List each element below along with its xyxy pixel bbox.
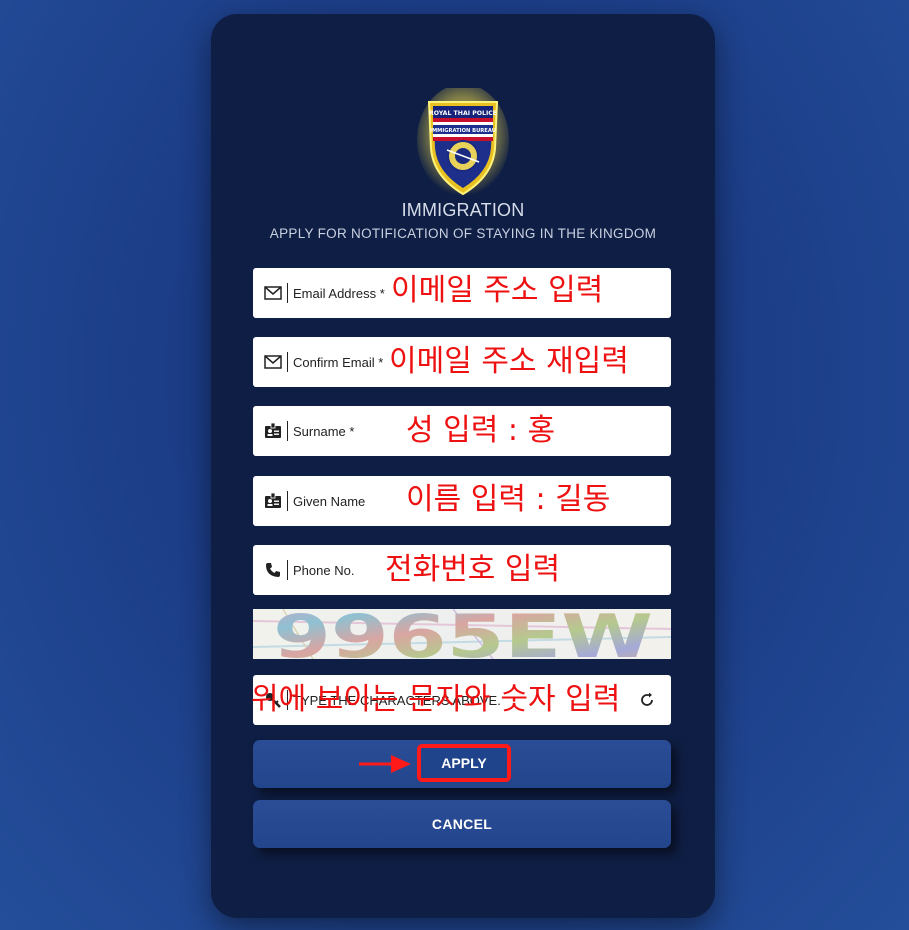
- confirm-email-placeholder: Confirm Email *: [293, 354, 384, 370]
- field-separator: [287, 421, 288, 441]
- badge-icon: ROYAL THAI POLICE IMMIGRATION BUREAU: [417, 84, 509, 196]
- immigration-logo: ROYAL THAI POLICE IMMIGRATION BUREAU: [417, 84, 509, 200]
- logo-text-top: ROYAL THAI POLICE: [429, 110, 497, 117]
- given-name-annotation: 이름 입력 : 길동: [406, 482, 611, 517]
- email-annotation: 이메일 주소 입력: [391, 273, 604, 308]
- surname-placeholder: Surname *: [293, 423, 355, 439]
- form-card: ROYAL THAI POLICE IMMIGRATION BUREAU IMM…: [211, 14, 715, 918]
- phone-field[interactable]: Phone No. 전화번호 입력: [253, 545, 671, 595]
- field-separator: [287, 283, 288, 303]
- phone-placeholder: Phone No.: [293, 562, 355, 578]
- field-separator: [287, 560, 288, 580]
- email-placeholder: Email Address *: [293, 285, 385, 301]
- confirm-email-field[interactable]: Confirm Email * 이메일 주소 재입력: [253, 337, 671, 387]
- email-field[interactable]: Email Address * 이메일 주소 입력: [253, 268, 671, 318]
- refresh-icon[interactable]: [637, 690, 657, 710]
- id-card-icon: [263, 491, 283, 511]
- mail-icon: [263, 352, 283, 372]
- apply-highlight-box[interactable]: APPLY: [417, 744, 511, 782]
- surname-annotation: 성 입력 : 홍: [406, 413, 556, 448]
- cancel-button[interactable]: CANCEL: [253, 800, 671, 848]
- logo-text-mid: IMMIGRATION BUREAU: [430, 128, 496, 134]
- confirm-email-annotation: 이메일 주소 재입력: [389, 344, 629, 379]
- mail-icon: [263, 283, 283, 303]
- field-separator: [287, 352, 288, 372]
- id-card-icon: [263, 421, 283, 441]
- surname-field[interactable]: Surname * 성 입력 : 홍: [253, 406, 671, 456]
- captcha-image: 9965EW: [253, 609, 671, 659]
- given-name-field[interactable]: Given Name 이름 입력 : 길동: [253, 476, 671, 526]
- given-name-placeholder: Given Name: [293, 493, 366, 509]
- field-separator: [287, 491, 288, 511]
- captcha-annotation: 위에 보이는 문자와 숫자 입력: [251, 682, 621, 717]
- page-title: IMMIGRATION: [401, 200, 525, 220]
- page-subtitle: APPLY FOR NOTIFICATION OF STAYING IN THE…: [269, 226, 657, 241]
- captcha-text: 9965EW: [273, 609, 653, 659]
- phone-annotation: 전화번호 입력: [385, 552, 561, 587]
- arrow-right-icon: [359, 755, 411, 773]
- captcha-input[interactable]: TYPE THE CHARACTERS ABOVE. 위에 보이는 문자와 숫자…: [251, 675, 671, 725]
- phone-icon: [263, 560, 283, 580]
